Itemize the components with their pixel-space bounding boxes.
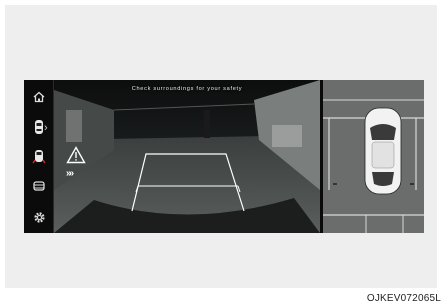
- gear-icon: [33, 211, 45, 223]
- camera-sidebar: ›: [24, 80, 54, 233]
- surround-view-scene: [323, 80, 424, 233]
- chevron-right-icon: ›: [44, 122, 48, 134]
- infotainment-screen: › Check surroundings for your safety »»: [24, 80, 424, 233]
- top-view-panel: [323, 80, 424, 233]
- image-caption: OJKEV072065L: [366, 293, 441, 304]
- parking-view-icon: [33, 181, 45, 191]
- rear-view-icon: [32, 150, 46, 164]
- home-button[interactable]: [27, 86, 51, 108]
- vehicle-top-icon: [364, 107, 402, 195]
- settings-button[interactable]: [27, 206, 51, 228]
- rear-camera-view: Check surroundings for your safety »»: [54, 80, 320, 233]
- camera-scene: [54, 80, 320, 233]
- parked-car-right: [272, 125, 302, 147]
- rear-view-button[interactable]: [27, 145, 51, 167]
- warning-triangle-icon: [66, 146, 86, 164]
- direction-arrows-icon: »»: [66, 168, 74, 179]
- parking-view-button[interactable]: [27, 175, 51, 197]
- home-icon: [33, 91, 45, 103]
- safety-message: Check surroundings for your safety: [131, 86, 243, 92]
- parked-object: [66, 110, 82, 142]
- pedestrian: [204, 110, 210, 138]
